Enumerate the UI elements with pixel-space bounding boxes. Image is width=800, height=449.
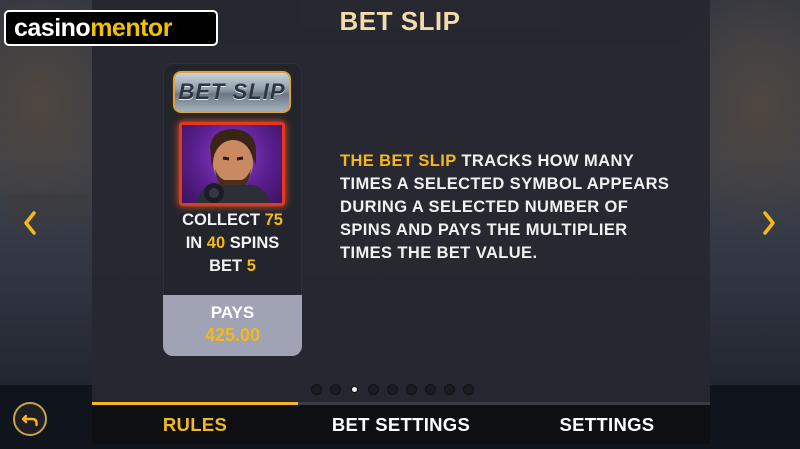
spins-suffix: SPINS (229, 234, 280, 252)
pays-value: 425.00 (204, 325, 261, 345)
rules-tab-bar: RULES BET SETTINGS SETTINGS (92, 402, 710, 444)
page-dot[interactable] (406, 384, 417, 395)
casinomentor-watermark: casino mentor (4, 10, 218, 46)
page-dot[interactable] (368, 384, 379, 395)
page-dot-active[interactable] (351, 386, 358, 393)
bet-slip-conditions: COLLECT 75 IN 40 SPINS BET 5 (163, 209, 302, 278)
background-right-reel (708, 0, 800, 449)
chevron-right-icon[interactable] (757, 208, 781, 238)
background-left-reel (0, 0, 92, 449)
page-dot[interactable] (463, 384, 474, 395)
chevron-left-icon[interactable] (18, 208, 42, 238)
description-line1: TRACKS HOW MANY (461, 152, 635, 170)
page-dot[interactable] (330, 384, 341, 395)
collect-label: COLLECT (182, 211, 260, 229)
back-button[interactable] (13, 402, 47, 436)
pays-section: PAYS 425.00 (163, 295, 302, 356)
tab-rules[interactable]: RULES (92, 405, 298, 444)
description-highlight: THE BET SLIP (340, 152, 457, 170)
bet-label: BET (209, 257, 243, 275)
rule-description: THE BET SLIP TRACKS HOW MANY TIMES A SEL… (340, 150, 720, 265)
bet-slip-badge-label: BET SLIP (178, 79, 286, 104)
page-dot[interactable] (444, 384, 455, 395)
description-line4: SPINS AND PAYS THE MULTIPLIER (340, 221, 628, 239)
bet-slip-badge: BET SLIP (173, 71, 291, 113)
spins-value: 40 (206, 234, 226, 252)
description-line2: TIMES A SELECTED SYMBOL APPEARS (340, 175, 670, 193)
page-indicator (311, 384, 474, 396)
page-title: BET SLIP (339, 6, 461, 36)
tab-bet-settings[interactable]: BET SETTINGS (298, 405, 504, 444)
page-dot[interactable] (425, 384, 436, 395)
watermark-mentor: mentor (90, 13, 172, 42)
fighter-symbol (179, 122, 285, 206)
spins-prefix: IN (185, 234, 203, 252)
collect-value: 75 (264, 211, 283, 229)
page-dot[interactable] (311, 384, 322, 395)
fighter-portrait-icon (196, 129, 270, 203)
bet-slip-card: BET SLIP COLLECT 75 IN 40 SPINS BET 5 PA… (163, 63, 302, 356)
page-dot[interactable] (387, 384, 398, 395)
description-line3: DURING A SELECTED NUMBER OF (340, 198, 629, 216)
tab-settings[interactable]: SETTINGS (504, 405, 710, 444)
back-arrow-icon (21, 414, 38, 427)
description-line5: TIMES THE BET VALUE. (340, 244, 538, 262)
pays-label: PAYS (210, 303, 255, 322)
watermark-casino: casino (14, 13, 91, 42)
bet-value: 5 (246, 257, 256, 275)
